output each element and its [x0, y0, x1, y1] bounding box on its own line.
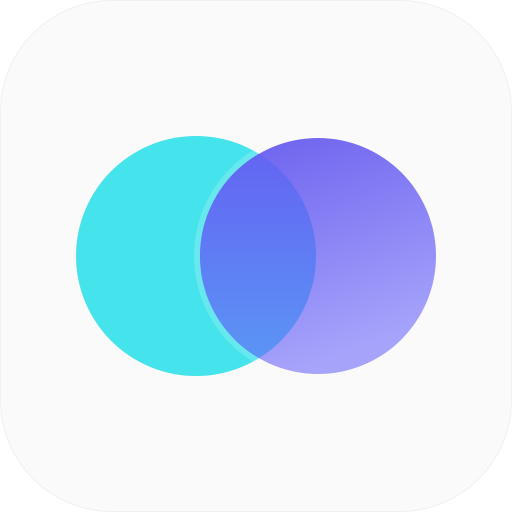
app-icon-canvas [0, 0, 512, 512]
overlapping-circles-icon [76, 136, 436, 376]
